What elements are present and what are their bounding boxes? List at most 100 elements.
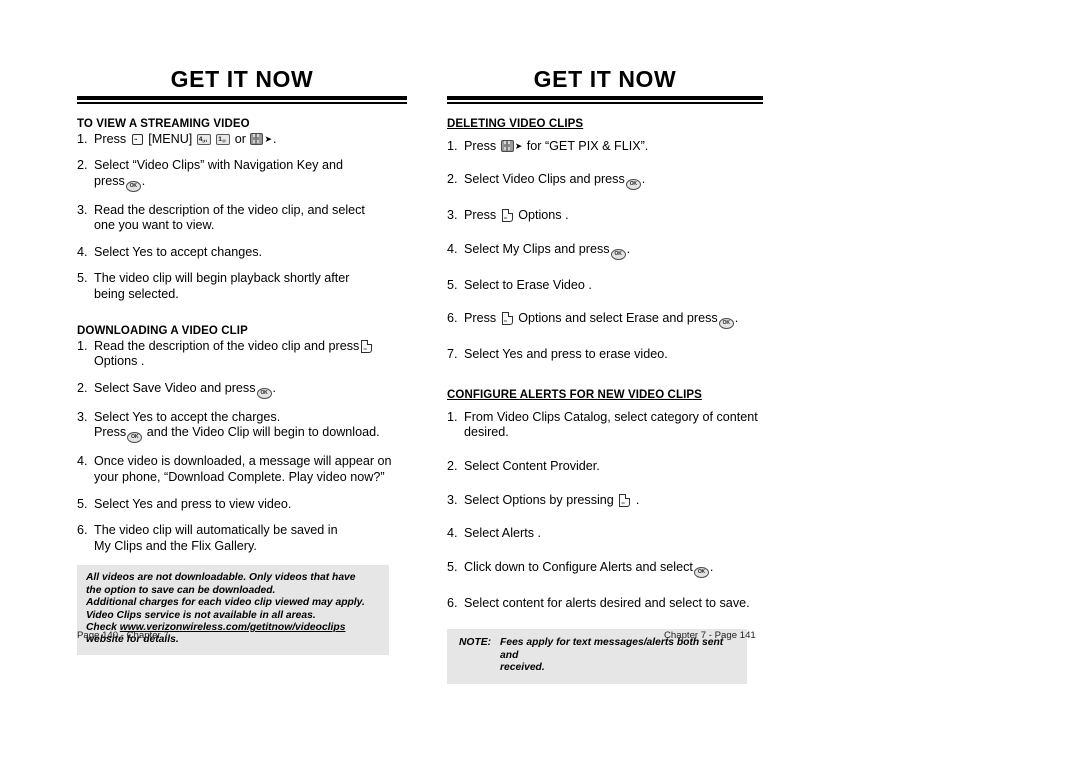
numeric-key-1-icon: 1@.: [216, 133, 231, 145]
step-number: 1.: [447, 409, 458, 424]
step-text-tail: .: [709, 559, 714, 574]
list-item: 2. Select “Video Clips” with Navigation …: [77, 158, 407, 192]
note-line: Video Clips service is not available in …: [86, 609, 316, 621]
steps-to-view-streaming-video: 1. Press [MENU] 4ghi 1@. or ➤. 2. Select…: [77, 132, 407, 303]
step-text: The video clip will begin playback short…: [94, 271, 350, 286]
step-text-line2: desired.: [464, 425, 509, 440]
options-soft-key-icon: [361, 339, 373, 353]
list-item: 4. Select My Clips and press OK.: [447, 242, 763, 260]
page-title-left: GET IT NOW: [170, 66, 314, 92]
step-text: Read the description of the video clip, …: [94, 202, 365, 217]
step-number: 2.: [447, 459, 458, 474]
steps-configure-alerts: 1. From Video Clips Catalog, select cate…: [447, 410, 763, 612]
ok-key-icon: OK: [127, 432, 143, 444]
ok-key-icon: OK: [125, 180, 141, 192]
list-item: 3. Read the description of the video cli…: [77, 203, 407, 234]
step-text: Select Content Provider.: [464, 459, 600, 474]
note-label: NOTE:: [459, 637, 492, 649]
step-text-line2: your phone, “Download Complete. Play vid…: [94, 470, 385, 485]
step-text: From Video Clips Catalog, select categor…: [464, 409, 758, 424]
header-rule-left: [77, 96, 407, 104]
step-text-tail: .: [635, 492, 640, 507]
page-footer-left: Page 140 - Chapter 7: [77, 630, 169, 641]
step-number: 2.: [447, 172, 458, 187]
step-text: Press: [464, 138, 497, 153]
menu-key-icon: [131, 133, 143, 145]
list-item: 3. Select Options by pressing .: [447, 493, 763, 509]
step-text: Select Alerts .: [464, 526, 541, 541]
step-text: Click down to Configure Alerts and selec…: [464, 559, 693, 574]
step-number: 2.: [77, 380, 88, 395]
step-text: Read the description of the video clip a…: [94, 338, 360, 353]
step-number: 3.: [447, 492, 458, 507]
step-number: 3.: [77, 409, 88, 424]
step-number: 4.: [447, 241, 458, 256]
step-number: 4.: [77, 244, 88, 259]
step-text-tail: .: [626, 241, 631, 256]
step-text-post: Options .: [518, 208, 569, 223]
page-footer-right: Chapter 7 - Page 141: [664, 630, 756, 641]
step-number: 2.: [77, 158, 88, 173]
step-number: 5.: [447, 277, 458, 292]
step-text: Select Yes and press to erase video.: [464, 347, 668, 362]
section-heading-to-view-streaming-video: TO VIEW A STREAMING VIDEO: [77, 117, 250, 130]
step-text: Select Yes and press to view video.: [94, 496, 292, 511]
list-item: 5. Click down to Configure Alerts and se…: [447, 560, 763, 578]
arrow-right-icon: ➤: [264, 133, 273, 144]
step-number: 5.: [447, 559, 458, 574]
step-text-tail: .: [734, 311, 739, 326]
section-heading-downloading-a-video-clip: DOWNLOADING A VIDEO CLIP: [77, 324, 248, 337]
list-item: 5. Select Yes and press to view video.: [77, 497, 407, 513]
step-number: 7.: [447, 347, 458, 362]
list-item: 6. Select content for alerts desired and…: [447, 596, 763, 612]
step-text-tail: .: [641, 172, 646, 187]
step-number: 6.: [447, 311, 458, 326]
step-number: 5.: [77, 271, 88, 286]
step-number: 4.: [77, 454, 88, 469]
options-soft-key-icon: [501, 312, 513, 326]
step-text-tail: .: [272, 380, 277, 395]
header-rule-right: [447, 96, 763, 104]
arrow-right-icon: ➤: [514, 140, 523, 151]
step-number: 6.: [77, 523, 88, 538]
step-text-rest: and the Video Clip will begin to downloa…: [146, 425, 380, 440]
note-line: Fees apply for text messages/alerts both…: [500, 637, 724, 661]
steps-downloading-a-video-clip: 1. Read the description of the video cli…: [77, 339, 407, 555]
step-text: Select My Clips and press: [464, 241, 610, 256]
ok-key-icon: OK: [718, 318, 734, 330]
note-line: All videos are not downloadable. Only vi…: [86, 572, 356, 584]
ok-key-icon: OK: [625, 179, 641, 191]
options-soft-key-icon: [501, 208, 513, 223]
step-text: Select Options by pressing: [464, 492, 614, 507]
step-text: Select Video Clips and press: [464, 172, 625, 187]
step-text-menu: [MENU]: [148, 131, 193, 146]
step-number: 4.: [447, 526, 458, 541]
numeric-key-4-icon: 4ghi: [196, 133, 211, 145]
step-text-line2: being selected.: [94, 287, 179, 302]
list-item: 6. Press Options and select Erase and pr…: [447, 311, 763, 330]
left-page-column: GET IT NOW TO VIEW A STREAMING VIDEO 1. …: [77, 68, 407, 655]
step-text-line2: Press OK and the Video Clip will begin to…: [94, 425, 407, 444]
ok-key-icon: OK: [693, 566, 709, 578]
note-line: the option to save can be downloaded.: [86, 584, 276, 596]
right-page-column: GET IT NOW DELETING VIDEO CLIPS 1. Press…: [447, 68, 763, 684]
step-text-line2: Options .: [94, 354, 145, 369]
step-text-line2: press OK.: [94, 174, 407, 192]
pix-flix-key-icon: [500, 139, 514, 152]
note-line: received.: [500, 662, 545, 674]
step-text-tail: .: [273, 131, 277, 146]
step-text-line2: My Clips and the Flix Gallery.: [94, 538, 257, 553]
step-text-press: Press: [94, 425, 127, 440]
list-item: 1. Press ➤ for “GET PIX & FLIX”.: [447, 139, 763, 155]
step-number: 6.: [447, 595, 458, 610]
ok-key-icon: OK: [610, 248, 626, 260]
pix-flix-key-icon: [250, 132, 264, 145]
step-text-mid: Options and select Erase and press: [518, 311, 718, 326]
list-item: 4. Once video is downloaded, a message w…: [77, 454, 407, 485]
step-number: 1.: [77, 338, 88, 353]
list-item: 2. Select Content Provider.: [447, 459, 763, 475]
step-number: 3.: [447, 208, 458, 223]
step-text: Select Save Video and press: [94, 380, 256, 395]
step-number: 1.: [77, 131, 88, 146]
section-heading-configure-alerts-for-new-video-clips: CONFIGURE ALERTS FOR NEW VIDEO CLIPS: [447, 388, 702, 401]
